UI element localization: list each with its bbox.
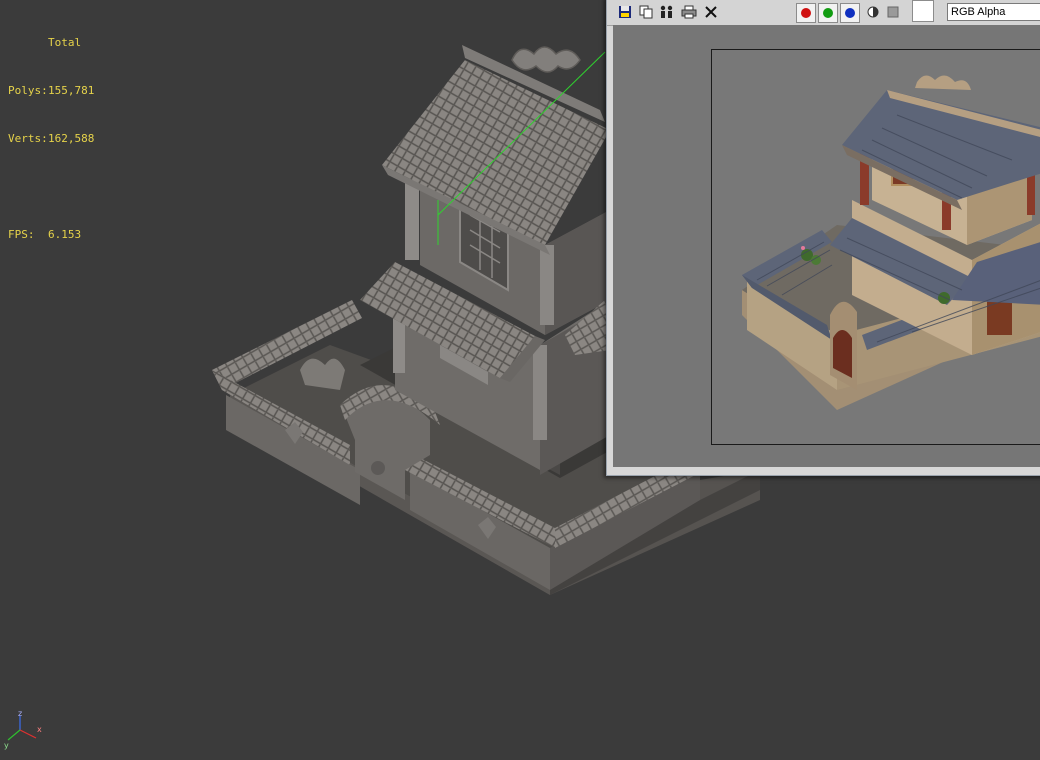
stats-fps-row: FPS: 6.153 bbox=[8, 227, 94, 243]
fps-value: 6.153 bbox=[48, 228, 82, 241]
stats-total-label: Total bbox=[48, 36, 82, 49]
verts-value: 162,588 bbox=[48, 132, 95, 145]
rendered-frame-window[interactable]: RGB Alpha bbox=[606, 0, 1040, 476]
axis-y-label: y bbox=[4, 741, 9, 750]
monochrome-icon[interactable] bbox=[885, 4, 901, 20]
fps-label: FPS: bbox=[8, 228, 35, 241]
render-canvas bbox=[613, 25, 1040, 467]
clone-icon[interactable] bbox=[638, 4, 654, 20]
axis-tripod-icon: z x y bbox=[4, 710, 42, 750]
users-icon[interactable] bbox=[659, 4, 675, 20]
stats-verts-row: Verts:162,588 bbox=[8, 131, 94, 147]
rendered-image bbox=[711, 49, 1040, 445]
red-channel-toggle[interactable] bbox=[796, 3, 816, 23]
axis-x-label: x bbox=[37, 725, 42, 734]
green-channel-toggle[interactable] bbox=[818, 3, 838, 23]
stats-polys-row: Polys:155,781 bbox=[8, 83, 94, 99]
display-channel-select[interactable]: RGB Alpha bbox=[947, 3, 1040, 21]
rendered-house-image bbox=[742, 75, 1040, 410]
polys-value: 155,781 bbox=[48, 84, 95, 97]
color-swatch[interactable] bbox=[912, 0, 934, 22]
render-window-toolbar: RGB Alpha bbox=[607, 0, 1040, 26]
save-icon[interactable] bbox=[617, 4, 633, 20]
blue-channel-toggle[interactable] bbox=[840, 3, 860, 23]
polys-label: Polys: bbox=[8, 84, 48, 97]
print-icon[interactable] bbox=[681, 4, 697, 20]
viewport-statistics: Total Polys:155,781 Verts:162,588 FPS: 6.… bbox=[8, 3, 94, 275]
clear-icon[interactable] bbox=[703, 4, 719, 20]
alpha-channel-icon[interactable] bbox=[865, 4, 881, 20]
axis-z-label: z bbox=[18, 710, 22, 718]
verts-label: Verts: bbox=[8, 132, 48, 145]
